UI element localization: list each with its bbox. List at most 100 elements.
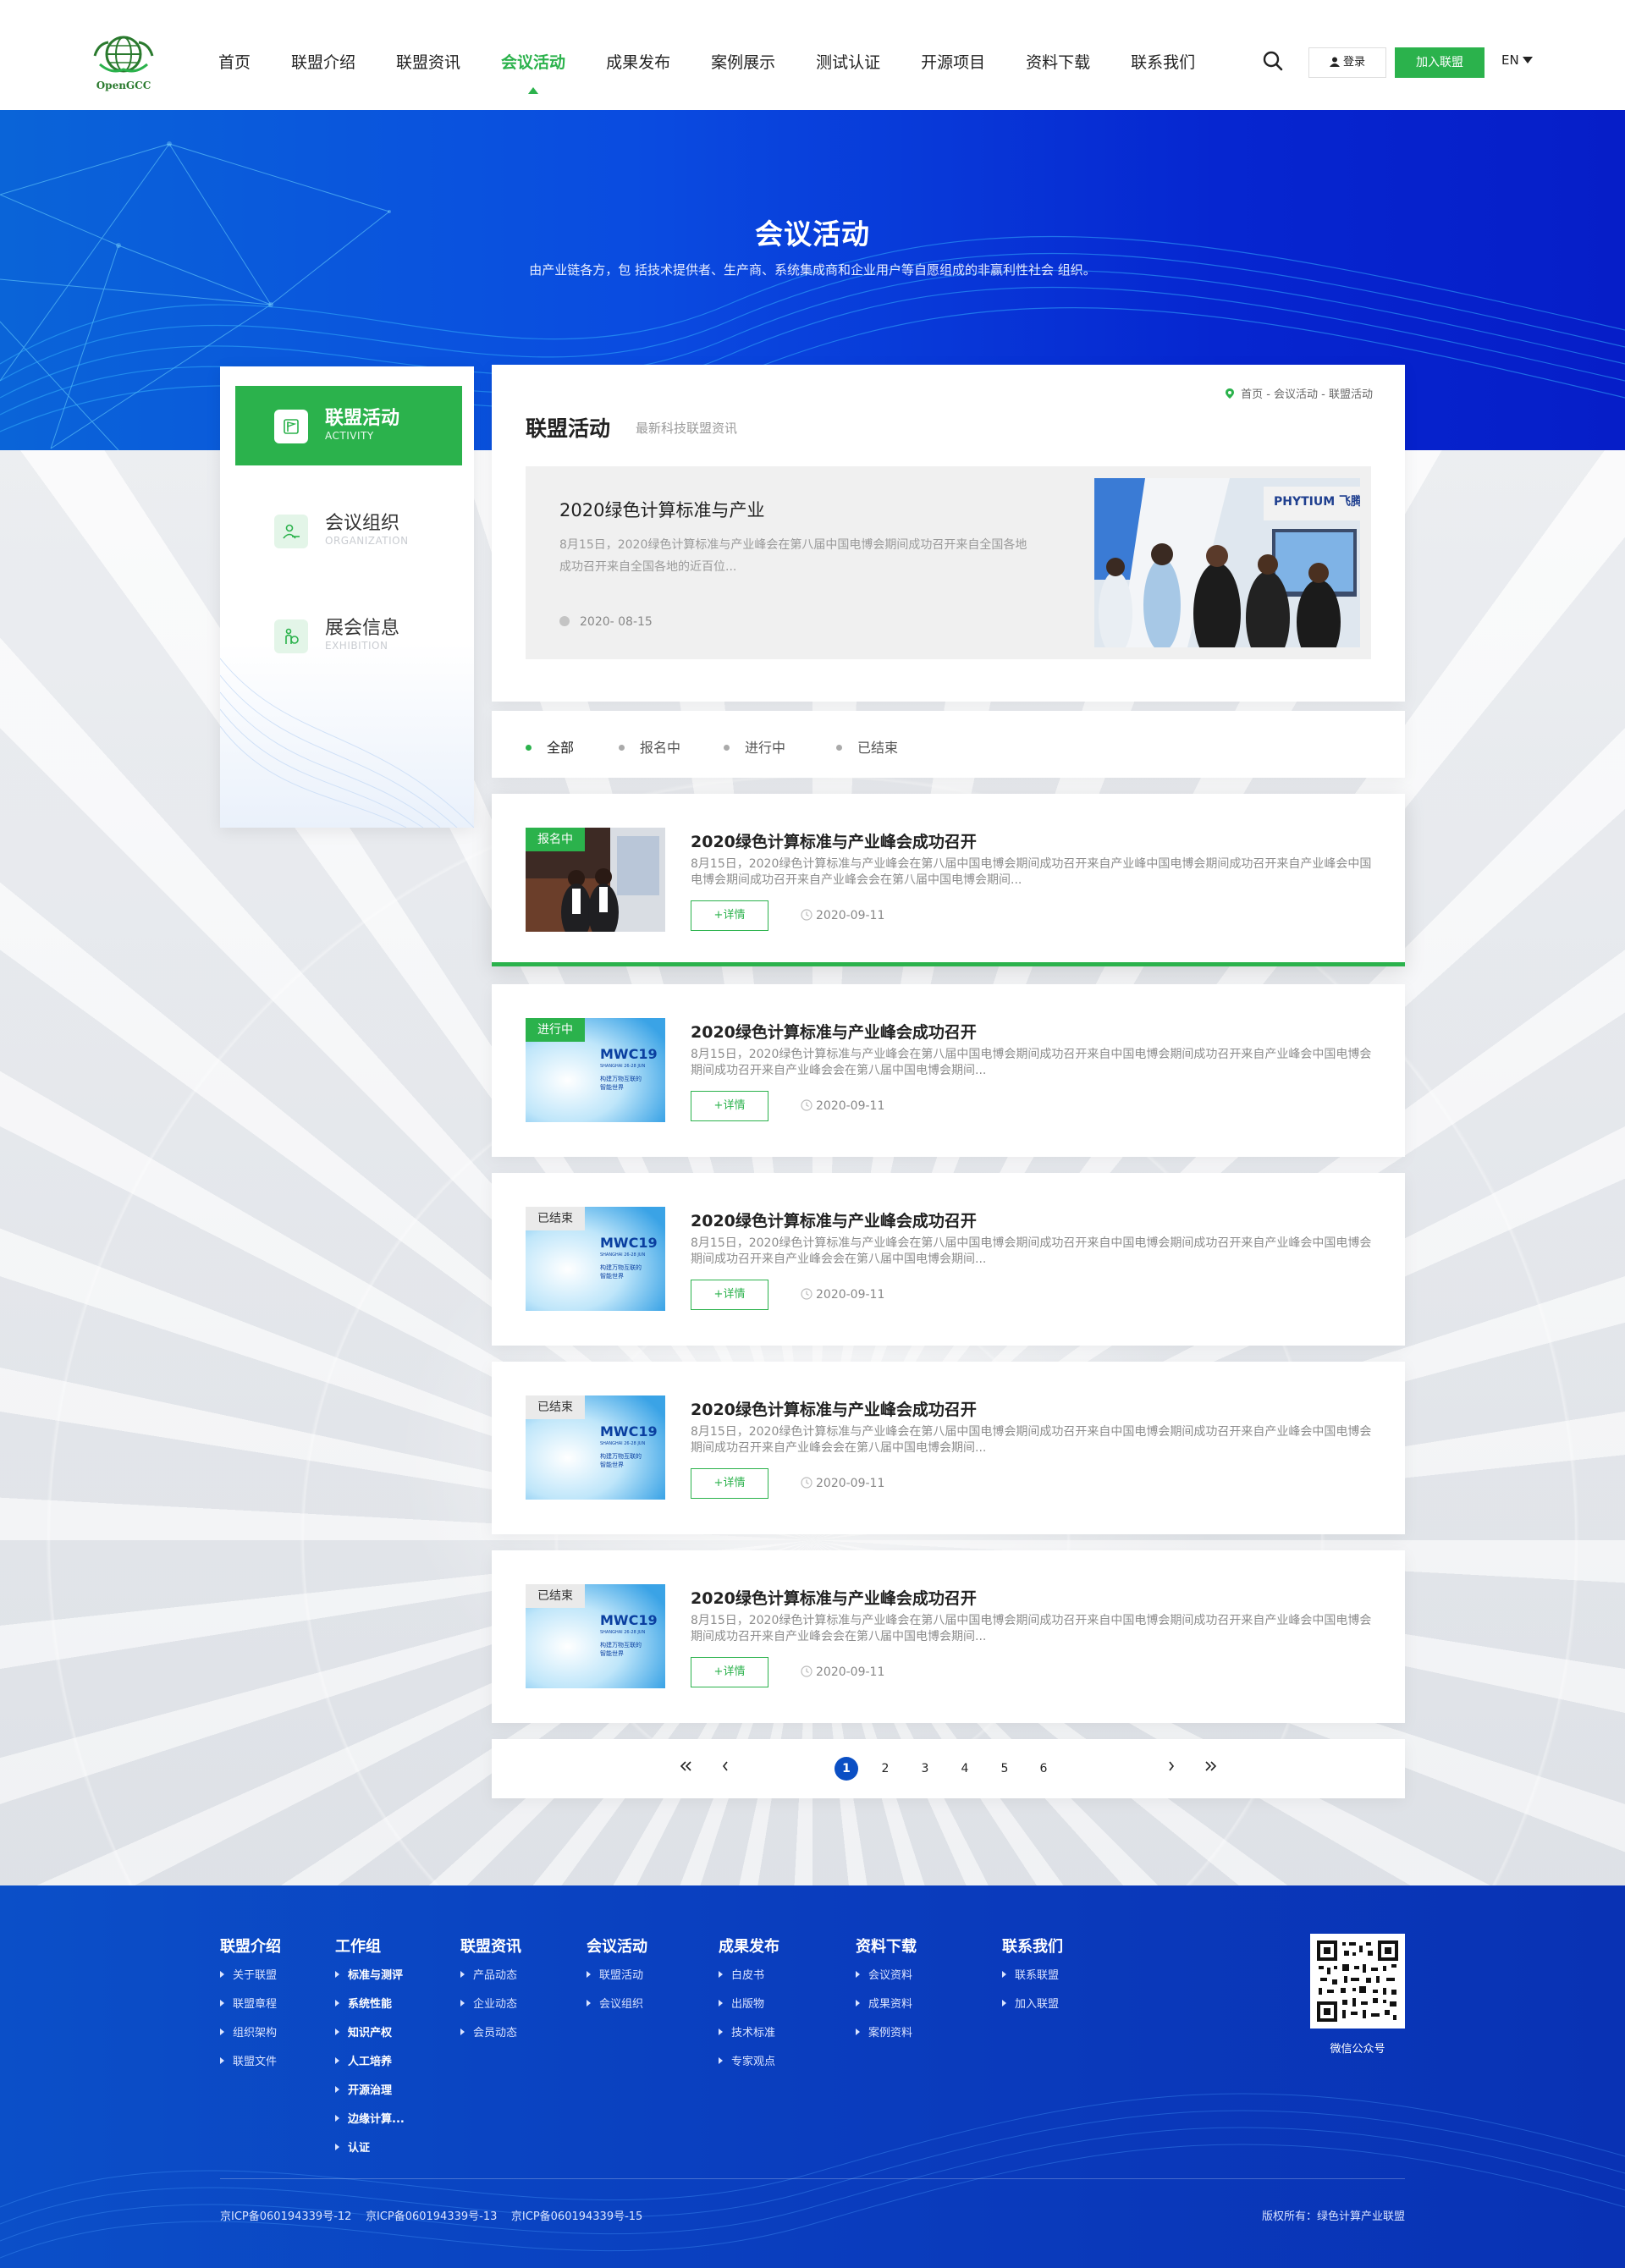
event-title[interactable]: 2020绿色计算标准与产业峰会成功召开 [691,1020,977,1043]
detail-button[interactable]: +详情 [691,1091,768,1121]
featured-desc: 8月15日，2020绿色计算标准与产业峰会在第八届中国电博会期间成功召开来自全国… [559,538,1027,574]
footer-link[interactable]: 联盟活动 [587,1970,647,1999]
footer-link[interactable]: 技术标准 [719,2028,779,2056]
filter-ended[interactable]: 已结束 [836,736,898,757]
nav-item-about[interactable]: 联盟介绍 [291,0,355,110]
footer-link[interactable]: 白皮书 [719,1970,779,1999]
event-thumbnail[interactable]: 进行中 MWC19 SHANGHAI 26-28 JUN 构建万物互联的 智能世… [526,1018,665,1122]
footer-link[interactable]: 会议资料 [856,1970,917,1999]
footer-col-workgroup: 工作组 标准与测评 系统性能 知识产权 人工培养 开源治理 边缘计算... 认证 [335,1935,405,2172]
sidebar-item-organization[interactable]: 会议组织 ORGANIZATION [235,491,462,570]
footer-link[interactable]: 企业动态 [460,1999,521,2028]
footer-link[interactable]: 案例资料 [856,2028,917,2056]
event-thumbnail[interactable]: 已结束 MWC19 SHANGHAI 26-28 JUN 构建万物互联的 智能世… [526,1584,665,1688]
list-item[interactable]: 已结束 MWC19 SHANGHAI 26-28 JUN 构建万物互联的 智能世… [492,1362,1405,1534]
sidebar-item-activity[interactable]: 联盟活动 ACTIVITY [235,386,462,465]
footer-link[interactable]: 成果资料 [856,1999,917,2028]
footer-link[interactable]: 关于联盟 [220,1970,281,1999]
event-title[interactable]: 2020绿色计算标准与产业峰会成功召开 [691,1397,977,1420]
footer-link[interactable]: 联盟章程 [220,1999,281,2028]
footer-link[interactable]: 知识产权 [335,2028,405,2056]
featured-image[interactable]: PHYTIUM 飞腾 [1094,478,1360,647]
page-5[interactable]: 5 [993,1757,1016,1781]
event-thumbnail[interactable]: 报名中 [526,828,665,932]
event-thumbnail[interactable]: 已结束 MWC19 SHANGHAI 26-28 JUN 构建万物互联的 智能世… [526,1395,665,1500]
footer-link[interactable]: 认证 [335,2143,405,2172]
nav-item-news[interactable]: 联盟资讯 [396,0,460,110]
mwc-line2: 智能世界 [600,1461,624,1468]
nav-item-opensource[interactable]: 开源项目 [921,0,985,110]
event-date-text: 2020-09-11 [816,1477,885,1490]
page-1[interactable]: 1 [835,1757,858,1781]
filter-all[interactable]: 全部 [526,736,574,757]
nav-item-certification[interactable]: 测试认证 [816,0,880,110]
footer-link[interactable]: 开源治理 [335,2085,405,2114]
join-button[interactable]: 加入联盟 [1395,47,1485,78]
nav-item-events[interactable]: 会议活动 [501,0,565,110]
featured-article[interactable]: 2020绿色计算标准与产业 8月15日，2020绿色计算标准与产业峰会在第八届中… [526,466,1371,659]
chevron-left-icon[interactable] [713,1757,737,1781]
double-chevron-left-icon[interactable] [674,1757,697,1781]
sidebar-item-en: ORGANIZATION [325,535,409,547]
list-item[interactable]: 报名中 2020绿色计算标准与产业峰会成功召开 8月15日，2020绿色计算标准… [492,794,1405,966]
featured-title[interactable]: 2020绿色计算标准与产业 [559,497,764,522]
detail-button[interactable]: +详情 [691,900,768,931]
search-icon[interactable] [1261,49,1285,73]
event-desc: 8月15日，2020绿色计算标准与产业峰会在第八届中国电博会期间成功召开来自中国… [691,1236,1372,1266]
nav-item-results[interactable]: 成果发布 [606,0,670,110]
login-button[interactable]: 登录 [1308,47,1386,78]
page-6[interactable]: 6 [1032,1757,1055,1781]
chevron-right-icon[interactable] [1160,1757,1183,1781]
footer-link[interactable]: 会员动态 [460,2028,521,2056]
event-desc: 8月15日，2020绿色计算标准与产业峰会在第八届中国电博会期间成功召开来自产业… [691,857,1372,887]
list-item[interactable]: 已结束 MWC19 SHANGHAI 26-28 JUN 构建万物互联的 智能世… [492,1173,1405,1346]
footer-link[interactable]: 系统性能 [335,1999,405,2028]
footer-link[interactable]: 产品动态 [460,1970,521,1999]
footer-link[interactable]: 标准与测评 [335,1970,405,1999]
breadcrumb-text[interactable]: 首页 - 会议活动 - 联盟活动 [1241,388,1373,401]
detail-button[interactable]: +详情 [691,1280,768,1310]
event-thumbnail[interactable]: 已结束 MWC19 SHANGHAI 26-28 JUN 构建万物互联的 智能世… [526,1207,665,1311]
page-4[interactable]: 4 [953,1757,977,1781]
footer-link[interactable]: 人工培养 [335,2056,405,2085]
language-switch[interactable]: EN [1501,52,1533,68]
event-title[interactable]: 2020绿色计算标准与产业峰会成功召开 [691,829,977,852]
footer-link[interactable]: 联盟文件 [220,2056,281,2085]
double-chevron-right-icon[interactable] [1199,1757,1223,1781]
status-badge: 报名中 [526,828,585,851]
event-date: 2020-09-11 [801,1477,884,1490]
exhibition-icon [274,619,308,653]
list-item[interactable]: 进行中 MWC19 SHANGHAI 26-28 JUN 构建万物互联的 智能世… [492,984,1405,1157]
filter-ongoing[interactable]: 进行中 [724,736,785,757]
section-title: 联盟活动 [526,416,611,441]
nav-item-cases[interactable]: 案例展示 [711,0,775,110]
footer-col-contact: 联系我们 联系联盟 加入联盟 [1002,1935,1063,2028]
sidebar-item-en: ACTIVITY [325,430,374,442]
detail-button[interactable]: +详情 [691,1468,768,1499]
status-badge: 已结束 [526,1584,585,1608]
footer-link[interactable]: 边缘计算... [335,2114,405,2143]
clock-icon [801,1099,812,1111]
footer-link[interactable]: 加入联盟 [1002,1999,1063,2028]
page-2[interactable]: 2 [873,1757,897,1781]
icp-records[interactable]: 京ICP备060194339号-12 京ICP备060194339号-13 京I… [220,2207,642,2223]
filter-registering[interactable]: 报名中 [619,736,680,757]
event-title[interactable]: 2020绿色计算标准与产业峰会成功召开 [691,1208,977,1231]
page-3[interactable]: 3 [913,1757,937,1781]
footer-link[interactable]: 专家观点 [719,2056,779,2085]
nav-item-downloads[interactable]: 资料下载 [1026,0,1090,110]
location-pin-icon [1226,388,1235,399]
event-title[interactable]: 2020绿色计算标准与产业峰会成功召开 [691,1586,977,1609]
detail-button[interactable]: +详情 [691,1657,768,1687]
footer-link[interactable]: 组织架构 [220,2028,281,2056]
nav-item-home[interactable]: 首页 [218,0,251,110]
status-filter-bar: 全部 报名中 进行中 已结束 [492,711,1405,778]
footer-link[interactable]: 会议组织 [587,1999,647,2028]
list-item[interactable]: 已结束 MWC19 SHANGHAI 26-28 JUN 构建万物互联的 智能世… [492,1550,1405,1723]
footer-link[interactable]: 联系联盟 [1002,1970,1063,1999]
filter-dot-icon [526,745,532,751]
sidebar-item-exhibition[interactable]: 展会信息 EXHIBITION [235,596,462,675]
footer-link[interactable]: 出版物 [719,1999,779,2028]
nav-item-contact[interactable]: 联系我们 [1131,0,1195,110]
footer-col-title: 联盟资讯 [460,1938,521,1956]
